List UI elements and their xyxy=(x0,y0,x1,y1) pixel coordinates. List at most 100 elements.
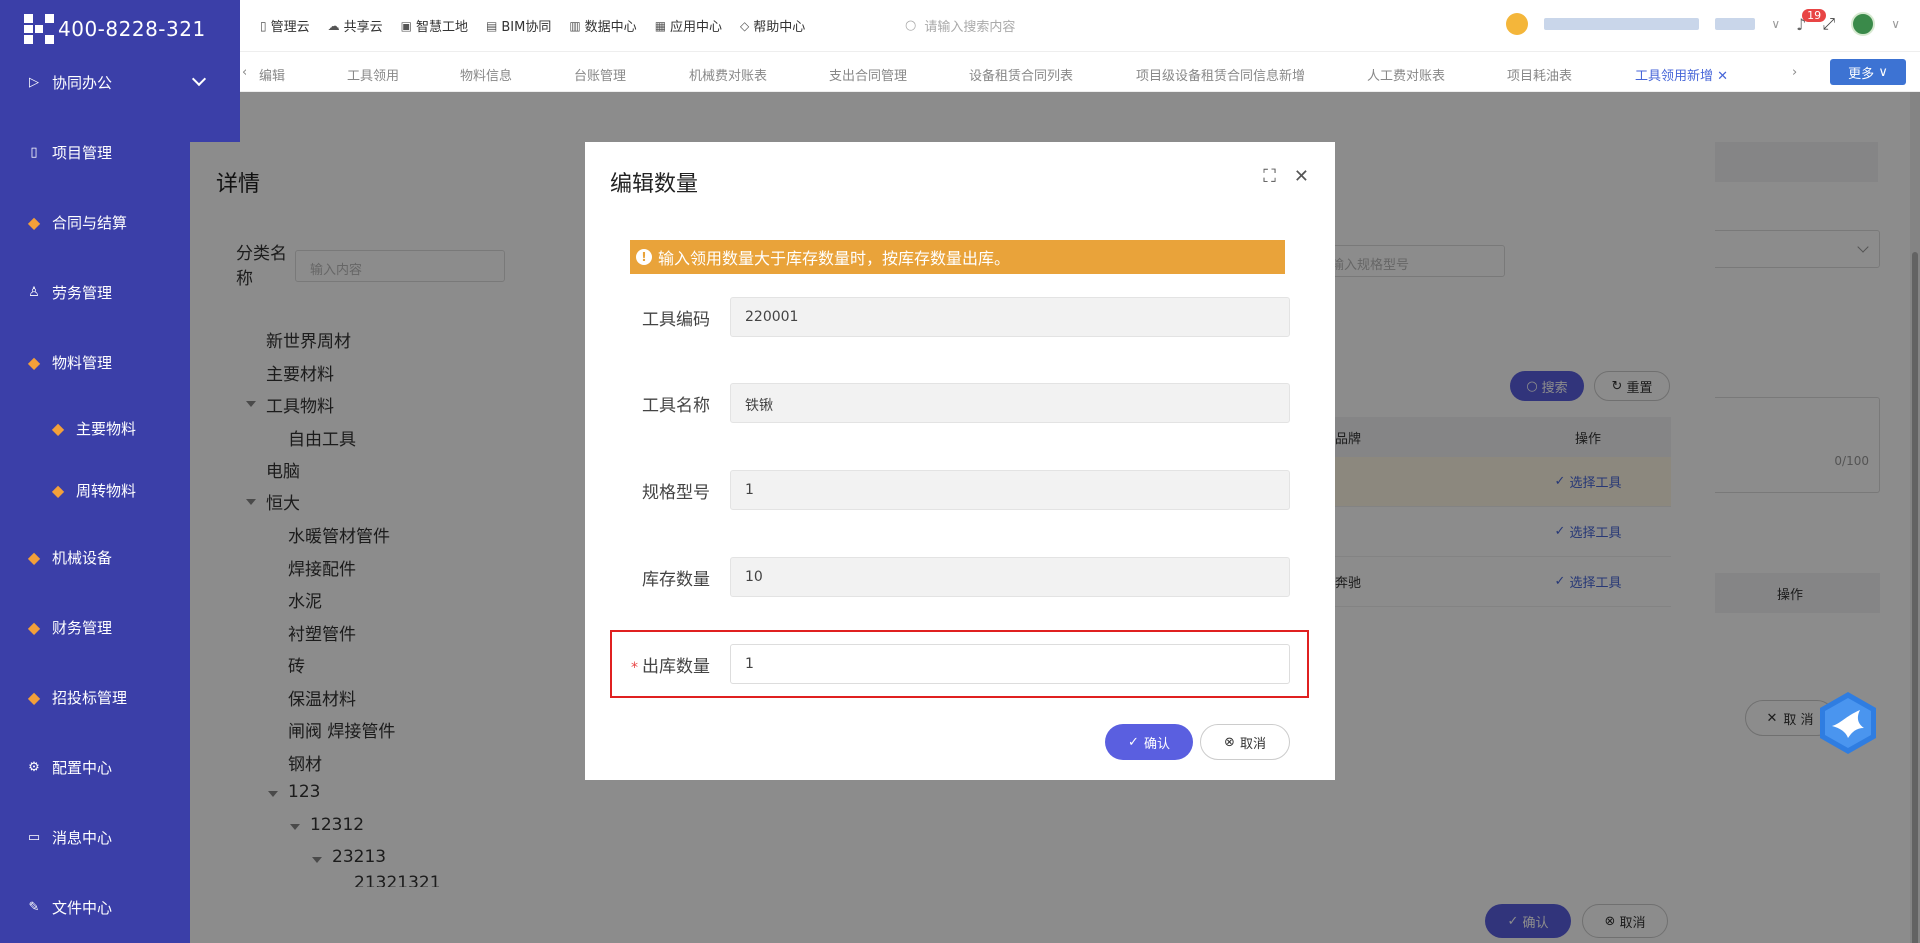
tab-lease-contract-new[interactable]: 项目级设备租赁合同信息新增 xyxy=(1136,65,1305,84)
topnav-management-cloud[interactable]: ▯ 管理云 xyxy=(260,16,310,36)
topnav-app-center[interactable]: ▦ 应用中心 xyxy=(654,16,722,36)
logo[interactable]: 400-8228-321 xyxy=(24,14,206,44)
stock-qty-input[interactable]: 10 xyxy=(730,557,1290,597)
tab-tool-use[interactable]: 工具领用 xyxy=(347,65,399,84)
scrollbar-thumb[interactable] xyxy=(1912,252,1918,943)
sidebar-item-label: 协同办公 xyxy=(52,73,113,92)
user-name xyxy=(1715,18,1756,30)
bell-icon[interactable]: ♪ 19 xyxy=(1796,8,1827,34)
sidebar-item-label: 配置中心 xyxy=(52,758,113,777)
bim-icon: ▤ xyxy=(486,18,498,33)
out-qty-input[interactable]: 1 xyxy=(730,644,1290,684)
sidebar-item-label: 周转物料 xyxy=(76,481,137,500)
edit-quantity-dialog: 编辑数量 ⛶ ✕ ! 输入领用数量大于库存数量时，按库存数量出库。 工具编码 2… xyxy=(585,142,1335,780)
person-icon: ♙ xyxy=(28,284,40,300)
topnav-share-cloud[interactable]: ☁ 共享云 xyxy=(327,16,383,36)
maximize-icon[interactable]: ⛶ xyxy=(1263,166,1276,187)
tab-edit[interactable]: 编辑 xyxy=(259,65,285,84)
tab-tool-use-new[interactable]: 工具领用新增 ✕ xyxy=(1635,65,1728,84)
field-label: 规格型号 xyxy=(642,483,710,503)
field-tool-code: 工具编码 220001 xyxy=(630,297,1290,337)
file-edit-icon: ✎ xyxy=(28,899,40,915)
assistant-bird-icon[interactable] xyxy=(1818,690,1878,756)
sidebar-item-label: 主要物料 xyxy=(76,419,137,438)
more-button[interactable]: 更多 ∨ xyxy=(1830,59,1906,85)
sidebar-item-label: 文件中心 xyxy=(52,898,113,917)
notification-badge: 19 xyxy=(1802,8,1827,22)
topnav-bim[interactable]: ▤ BIM协同 xyxy=(486,16,551,36)
topnav-help-center[interactable]: ◇ 帮助中心 xyxy=(740,16,805,36)
close-icon[interactable]: ✕ xyxy=(1717,69,1728,84)
tab-labor-reconcile[interactable]: 人工费对账表 xyxy=(1367,65,1445,84)
sidebar-item-collab[interactable]: ▷ 协同办公 xyxy=(0,62,240,102)
chevron-down-icon[interactable]: ∨ xyxy=(1891,17,1900,31)
avatar[interactable] xyxy=(1851,12,1876,36)
alert-text: 输入领用数量大于库存数量时，按库存数量出库。 xyxy=(658,249,1011,268)
logo-phone: 400-8228-321 xyxy=(58,17,206,41)
tool-code-input[interactable]: 220001 xyxy=(730,297,1290,337)
sidebar-item-label: 项目管理 xyxy=(52,143,113,162)
check-icon: ✓ xyxy=(1128,734,1139,750)
spec-input[interactable]: 1 xyxy=(730,470,1290,510)
field-tool-name: 工具名称 铁锹 xyxy=(630,383,1290,423)
sidebar-item-label: 机械设备 xyxy=(52,548,113,567)
gem-icon: ◆ xyxy=(51,480,65,500)
dialog-tools: ⛶ ✕ xyxy=(1263,166,1309,187)
confirm-button[interactable]: ✓ 确认 xyxy=(1105,724,1193,760)
tab-lease-contract-list[interactable]: 设备租赁合同列表 xyxy=(969,65,1073,84)
org-name xyxy=(1544,18,1700,30)
sidebar-item-label: 招投标管理 xyxy=(52,688,128,707)
tab-scroll-right[interactable]: › xyxy=(1792,65,1797,80)
bar-chart-icon: ▥ xyxy=(569,18,581,33)
help-icon: ◇ xyxy=(740,18,750,33)
close-circle-icon: ⊗ xyxy=(1224,734,1235,750)
gem-icon: ◆ xyxy=(27,687,41,707)
field-spec: 规格型号 1 xyxy=(630,470,1290,510)
sidebar-item-label: 合同与结算 xyxy=(52,213,128,232)
top-nav: ▯ 管理云 ☁ 共享云 ▣ 智慧工地 ▤ BIM协同 ▥ 数据中心 ▦ 应用中心 ◇ 帮助中心 xyxy=(260,16,805,36)
gem-icon: ◆ xyxy=(27,352,41,372)
warning-alert: ! 输入领用数量大于库存数量时，按库存数量出库。 xyxy=(630,240,1285,274)
tab-scroll-left[interactable]: ‹ xyxy=(242,65,247,80)
chevron-down-icon xyxy=(191,71,207,87)
sidebar-item-label: 消息中心 xyxy=(52,828,113,847)
topnav-smart-site[interactable]: ▣ 智慧工地 xyxy=(400,16,468,36)
gem-icon: ◆ xyxy=(27,617,41,637)
field-label: 工具编码 xyxy=(642,310,710,330)
sidebar-item-label: 物料管理 xyxy=(52,353,113,372)
gem-icon: ◆ xyxy=(27,212,41,232)
field-label: 工具名称 xyxy=(642,396,710,416)
warning-icon: ! xyxy=(636,249,652,265)
right-panel-mask xyxy=(1700,142,1920,943)
topnav-data-center[interactable]: ▥ 数据中心 xyxy=(569,16,636,36)
tab-machinery-reconcile[interactable]: 机械费对账表 xyxy=(689,65,767,84)
field-stock-qty: 库存数量 10 xyxy=(630,557,1290,597)
grid-icon: ▦ xyxy=(654,18,667,33)
cancel-button[interactable]: ⊗ 取消 xyxy=(1200,724,1290,760)
cloud-icon: ☁ xyxy=(327,18,340,33)
page-scrollbar[interactable] xyxy=(1910,92,1920,943)
coin-icon xyxy=(1506,13,1529,35)
search-icon: ○ xyxy=(905,18,917,33)
gem-icon: ◆ xyxy=(27,547,41,567)
close-icon[interactable]: ✕ xyxy=(1294,166,1309,187)
field-label: 库存数量 xyxy=(642,570,710,590)
tabs-bar: ‹ 编辑 工具领用 物料信息 台账管理 机械费对账表 支出合同管理 设备租赁合同… xyxy=(240,52,1920,92)
global-search[interactable]: ○ 请输入搜索内容 xyxy=(905,16,1015,35)
tab-material-info[interactable]: 物料信息 xyxy=(460,65,512,84)
book-icon: ▯ xyxy=(30,144,38,160)
sidebar-item-label: 财务管理 xyxy=(52,618,113,637)
chevron-down-icon[interactable]: ∨ xyxy=(1771,17,1780,31)
gem-icon: ◆ xyxy=(51,418,65,438)
gear-icon: ⚙ xyxy=(28,759,40,775)
search-input[interactable]: 请输入搜索内容 xyxy=(924,16,1015,35)
site-icon: ▣ xyxy=(400,18,412,33)
field-label: * 出库数量 xyxy=(631,657,710,677)
tool-name-input[interactable]: 铁锹 xyxy=(730,383,1290,423)
tab-fuel-table[interactable]: 项目耗油表 xyxy=(1507,65,1572,84)
tab-expense-contract[interactable]: 支出合同管理 xyxy=(829,65,907,84)
field-out-qty: * 出库数量 1 xyxy=(630,644,1290,684)
sidebar-item-label: 劳务管理 xyxy=(52,283,113,302)
send-icon: ▷ xyxy=(29,74,39,90)
tab-ledger[interactable]: 台账管理 xyxy=(574,65,626,84)
